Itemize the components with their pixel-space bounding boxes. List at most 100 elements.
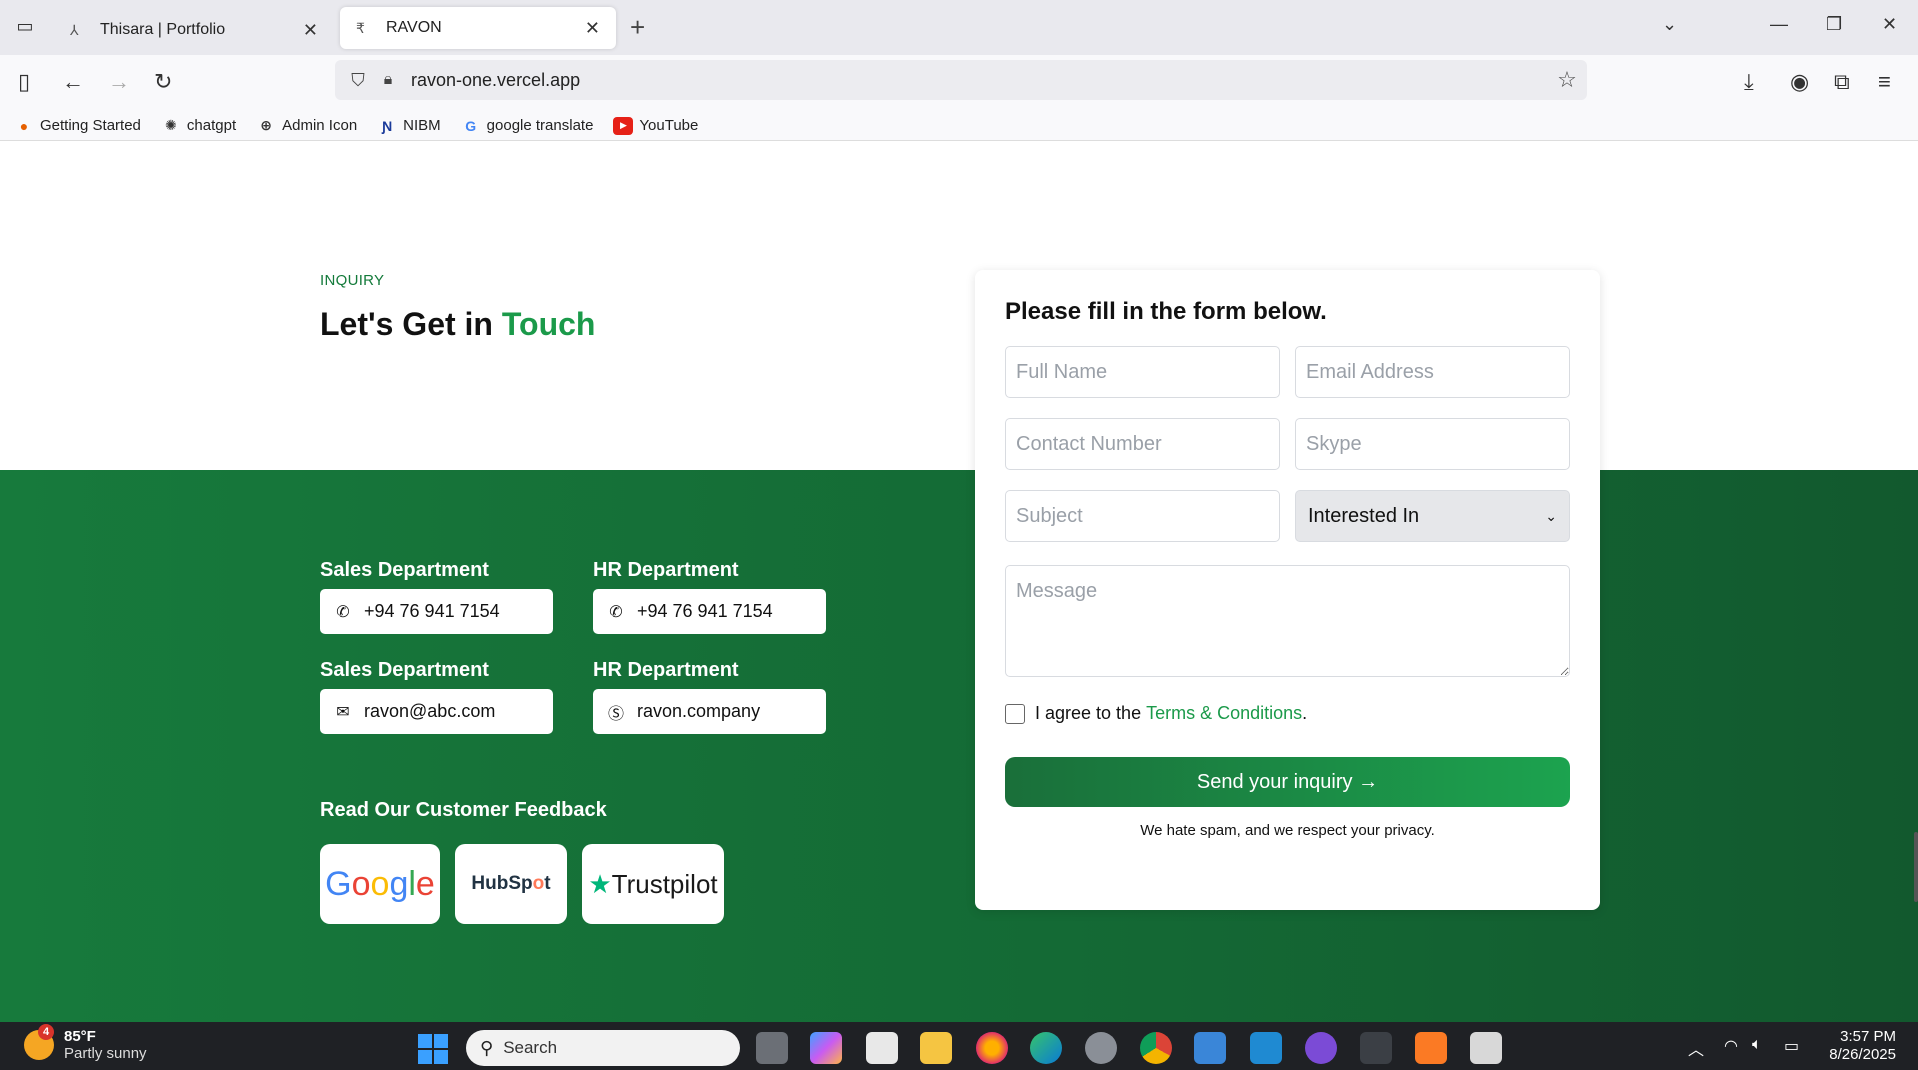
xampp-icon[interactable] <box>1415 1032 1447 1064</box>
terminal-icon[interactable] <box>1360 1032 1392 1064</box>
extensions-icon[interactable]: ⧉ <box>1834 69 1850 95</box>
temperature: 85°F <box>64 1028 96 1045</box>
copilot-icon[interactable] <box>810 1032 842 1064</box>
firefox-icon[interactable] <box>976 1032 1008 1064</box>
contact-section-background <box>0 470 1918 1022</box>
snipping-tool-icon[interactable] <box>1470 1032 1502 1064</box>
page-scrollbar[interactable] <box>1914 832 1918 902</box>
search-placeholder: Search <box>503 1038 558 1057</box>
trustpilot-logo: ★Trustpilot <box>588 868 718 899</box>
nibm-icon: Ɲ <box>382 117 393 134</box>
privacy-note: We hate spam, and we respect your privac… <box>1140 822 1435 839</box>
clock-date: 8/26/2025 <box>1829 1046 1896 1063</box>
contact-number-input[interactable] <box>1005 418 1280 470</box>
interested-in-value: Interested In <box>1308 504 1420 527</box>
taskbar-search[interactable]: ⚲ Search <box>466 1030 740 1066</box>
sidebar-toggle-icon[interactable]: ▯ <box>18 69 30 95</box>
hr-phone-pill[interactable]: ✆ +94 76 941 7154 <box>593 589 826 634</box>
skype-icon: Ⓢ <box>607 705 624 723</box>
sales-department-label: Sales Department <box>320 659 489 681</box>
full-name-input[interactable] <box>1005 346 1280 398</box>
weather-widget[interactable]: 4 85°F Partly sunny <box>24 1024 147 1062</box>
partly-sunny-icon: 4 <box>24 1024 54 1060</box>
bookmark-star-icon[interactable]: ☆ <box>1547 67 1587 93</box>
bookmark-youtube[interactable]: ▶ YouTube <box>613 116 698 135</box>
email-input[interactable] <box>1295 346 1570 398</box>
chevron-down-icon: ⌄ <box>1545 507 1557 524</box>
hubspot-review-badge[interactable]: HubSpot <box>455 844 567 924</box>
reload-icon[interactable]: ↻ <box>154 69 172 95</box>
feedback-heading: Read Our Customer Feedback <box>320 799 607 821</box>
sales-phone-pill[interactable]: ✆ +94 76 941 7154 <box>320 589 553 634</box>
settings-gear-icon[interactable] <box>1085 1032 1117 1064</box>
hr-phone-value: +94 76 941 7154 <box>637 601 773 621</box>
hr-skype-pill[interactable]: Ⓢ ravon.company <box>593 689 826 734</box>
weather-badge: 4 <box>38 1024 54 1040</box>
chatgpt-icon: ✺ <box>165 117 177 133</box>
battery-icon[interactable]: ▭ <box>1784 1036 1799 1056</box>
volume-icon[interactable]: 🔈︎ <box>1752 1036 1762 1054</box>
restore-icon[interactable]: ❐ <box>1826 14 1842 35</box>
interested-in-select[interactable]: Interested In ⌄ <box>1295 490 1570 542</box>
heading-prefix: Let's Get in <box>320 306 493 342</box>
bookmark-nibm[interactable]: Ɲ NIBM <box>377 117 441 135</box>
bookmark-google-translate[interactable]: G google translate <box>461 117 593 135</box>
sales-email-pill[interactable]: ✉ ravon@abc.com <box>320 689 553 734</box>
section-eyebrow: INQUIRY <box>320 272 385 289</box>
bookmark-admin-icon[interactable]: ⊕ Admin Icon <box>256 117 357 135</box>
windows-start-icon[interactable] <box>418 1034 448 1064</box>
send-inquiry-button[interactable]: Send your inquiry → <box>1005 757 1570 807</box>
new-tab-icon[interactable]: + <box>630 12 645 43</box>
sales-email-value: ravon@abc.com <box>364 701 496 721</box>
mail-icon: ✉ <box>336 703 350 721</box>
task-view-icon[interactable] <box>756 1032 788 1064</box>
lock-icon[interactable]: 🔒︎ <box>373 71 403 89</box>
search-icon: ⚲ <box>480 1037 494 1058</box>
trustpilot-review-badge[interactable]: ★Trustpilot <box>582 844 724 924</box>
chrome-icon[interactable] <box>1140 1032 1172 1064</box>
minimize-icon[interactable]: — <box>1770 14 1788 35</box>
system-clock[interactable]: 3:57 PM 8/26/2025 <box>1829 1028 1896 1064</box>
clock-time: 3:57 PM <box>1840 1028 1896 1045</box>
microsoft-store-icon[interactable] <box>866 1032 898 1064</box>
shield-icon[interactable]: ⛉ <box>343 70 373 91</box>
portfolio-favicon-icon: ⅄ <box>70 21 79 38</box>
address-bar[interactable]: ⛉ 🔒︎ ravon-one.vercel.app ☆ <box>335 60 1587 100</box>
weather-condition: Partly sunny <box>64 1045 147 1062</box>
google-review-badge[interactable]: Google <box>320 844 440 924</box>
downloads-icon[interactable]: ⤓ <box>1744 69 1754 95</box>
form-title: Please fill in the form below. <box>1005 298 1327 325</box>
back-arrow-icon[interactable]: ← <box>62 69 84 95</box>
vscode-icon[interactable] <box>1250 1032 1282 1064</box>
wifi-icon[interactable]: ◠ <box>1724 1036 1738 1056</box>
photos-icon[interactable] <box>1194 1032 1226 1064</box>
url-text[interactable]: ravon-one.vercel.app <box>411 70 1547 91</box>
tab-overflow-chevron-icon[interactable]: ⌄ <box>1662 14 1677 35</box>
close-tab-icon[interactable]: ✕ <box>303 20 318 41</box>
github-icon[interactable] <box>1305 1032 1337 1064</box>
subject-input[interactable] <box>1005 490 1280 542</box>
account-icon[interactable]: ◉ <box>1790 69 1809 95</box>
tab-portfolio[interactable]: ⅄ Thisara | Portfolio ✕ <box>54 8 334 52</box>
forward-arrow-icon[interactable]: → <box>108 69 130 95</box>
bookmark-chatgpt[interactable]: ✺ chatgpt <box>161 117 236 135</box>
tab-list-icon[interactable]: ▭ <box>12 16 38 40</box>
close-tab-icon[interactable]: ✕ <box>585 18 600 39</box>
ravon-favicon-icon: ₹ <box>356 19 365 36</box>
terms-link[interactable]: Terms & Conditions <box>1146 703 1302 724</box>
show-hidden-icons-chevron-icon[interactable]: ︿ <box>1688 1036 1704 1060</box>
bookmark-getting-started[interactable]: ● Getting Started <box>14 117 141 135</box>
heading-accent: Touch <box>501 306 596 342</box>
close-window-icon[interactable]: ✕ <box>1882 14 1897 35</box>
file-explorer-icon[interactable] <box>920 1032 952 1064</box>
sales-department-label: Sales Department <box>320 559 489 581</box>
terms-agreement: I agree to the Terms & Conditions . <box>1005 703 1307 724</box>
edge-icon[interactable] <box>1030 1032 1062 1064</box>
skype-input[interactable] <box>1295 418 1570 470</box>
agree-checkbox[interactable] <box>1005 703 1025 724</box>
bookmarks-bar: ● Getting Started ✺ chatgpt ⊕ Admin Icon… <box>0 111 1918 141</box>
menu-icon[interactable]: ≡ <box>1878 69 1891 95</box>
bookmark-label: Getting Started <box>40 117 141 134</box>
tab-ravon[interactable]: ₹ RAVON ✕ <box>340 7 616 49</box>
message-textarea[interactable] <box>1005 565 1570 677</box>
